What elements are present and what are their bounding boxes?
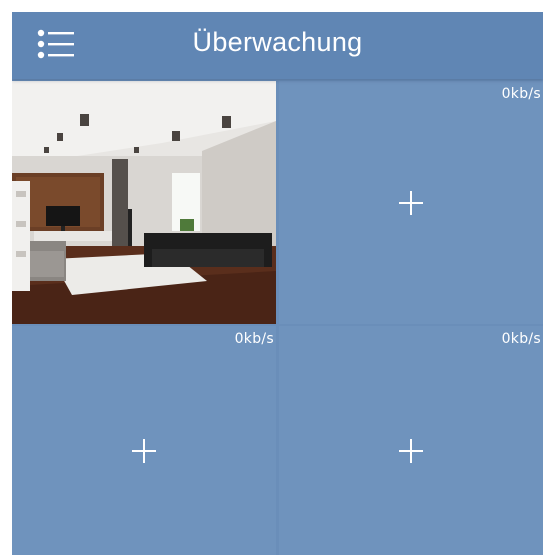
plus-icon — [132, 438, 156, 463]
camera-view-1[interactable] — [12, 81, 276, 324]
camera-slot-2[interactable]: 0kb/s — [279, 81, 543, 324]
bitrate-label: 0kb/s — [501, 86, 541, 102]
camera-slot-4[interactable]: 0kb/s — [279, 326, 543, 555]
bitrate-label: 0kb/s — [501, 331, 541, 347]
bitrate-label: 0kb/s — [234, 331, 274, 347]
plus-icon — [399, 190, 423, 215]
surveillance-app: Überwachung 0kb/s 0kb/s 0kb/s — [12, 12, 543, 555]
app-header: Überwachung — [12, 12, 543, 79]
plus-icon — [399, 438, 423, 463]
page-title: Überwachung — [192, 27, 363, 57]
camera-slot-3[interactable]: 0kb/s — [12, 326, 276, 555]
camera-grid: 0kb/s 0kb/s 0kb/s — [12, 79, 543, 555]
living-room-camera-preview — [12, 81, 276, 324]
